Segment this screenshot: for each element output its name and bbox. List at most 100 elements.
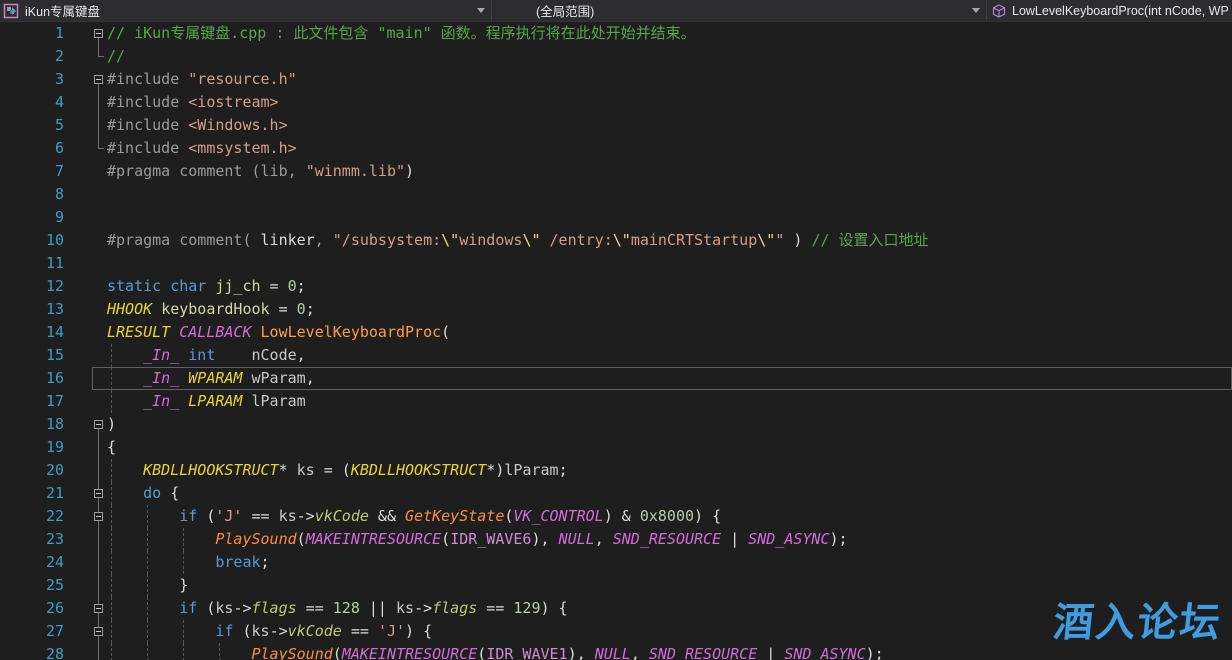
code-text[interactable]: #include <Windows.h> [107, 114, 1232, 137]
code-line[interactable]: 16 _In_ WPARAM wParam, [0, 367, 1232, 390]
code-text[interactable] [107, 252, 1232, 275]
line-number[interactable]: 21 [0, 482, 64, 505]
code-line[interactable]: 26 if (ks->flags == 128 || ks->flags == … [0, 597, 1232, 620]
code-line[interactable]: 2 // [0, 45, 1232, 68]
line-number[interactable]: 23 [0, 528, 64, 551]
code-text[interactable]: #pragma comment( linker, "/subsystem:\"w… [107, 229, 1232, 252]
scope-dropdown[interactable]: (全局范围) [492, 0, 987, 21]
code-text[interactable]: PlaySound(MAKEINTRESOURCE(IDR_WAVE1), NU… [107, 643, 1232, 660]
code-text[interactable]: _In_ WPARAM wParam, [107, 367, 1232, 390]
outlining-margin[interactable] [92, 344, 106, 367]
collapse-toggle-icon[interactable] [94, 75, 103, 84]
outlining-margin[interactable] [92, 206, 106, 229]
outlining-margin[interactable] [92, 620, 106, 643]
code-text[interactable]: #include "resource.h" [107, 68, 1232, 91]
line-number[interactable]: 22 [0, 505, 64, 528]
code-line[interactable]: 20 KBDLLHOOKSTRUCT* ks = (KBDLLHOOKSTRUC… [0, 459, 1232, 482]
code-text[interactable]: PlaySound(MAKEINTRESOURCE(IDR_WAVE6), NU… [107, 528, 1232, 551]
code-line[interactable]: 28 PlaySound(MAKEINTRESOURCE(IDR_WAVE1),… [0, 643, 1232, 660]
collapse-toggle-icon[interactable] [94, 512, 103, 521]
chevron-down-icon[interactable] [477, 8, 485, 13]
code-text[interactable]: #pragma comment (lib, "winmm.lib") [107, 160, 1232, 183]
code-line[interactable]: 12 static char jj_ch = 0; [0, 275, 1232, 298]
code-text[interactable]: { [107, 436, 1232, 459]
outlining-margin[interactable] [92, 275, 106, 298]
line-number[interactable]: 13 [0, 298, 64, 321]
outlining-margin[interactable] [92, 91, 106, 114]
code-text[interactable]: if (ks->flags == 128 || ks->flags == 129… [107, 597, 1232, 620]
collapse-toggle-icon[interactable] [94, 489, 103, 498]
line-number[interactable]: 15 [0, 344, 64, 367]
outlining-margin[interactable] [92, 413, 106, 436]
outlining-margin[interactable] [92, 597, 106, 620]
line-number[interactable]: 24 [0, 551, 64, 574]
outlining-margin[interactable] [92, 551, 106, 574]
line-number[interactable]: 3 [0, 68, 64, 91]
chevron-down-icon[interactable] [972, 8, 980, 13]
collapse-toggle-icon[interactable] [94, 29, 103, 38]
code-line[interactable]: 23 PlaySound(MAKEINTRESOURCE(IDR_WAVE6),… [0, 528, 1232, 551]
outlining-margin[interactable] [92, 574, 106, 597]
outlining-margin[interactable] [92, 528, 106, 551]
line-number[interactable]: 11 [0, 252, 64, 275]
code-line[interactable]: 11 [0, 252, 1232, 275]
outlining-margin[interactable] [92, 252, 106, 275]
line-number[interactable]: 26 [0, 597, 64, 620]
line-number[interactable]: 1 [0, 22, 64, 45]
outlining-margin[interactable] [92, 643, 106, 660]
code-text[interactable]: } [107, 574, 1232, 597]
line-number[interactable]: 9 [0, 206, 64, 229]
outlining-margin[interactable] [92, 505, 106, 528]
outlining-margin[interactable] [92, 114, 106, 137]
outlining-margin[interactable] [92, 436, 106, 459]
collapse-toggle-icon[interactable] [94, 420, 103, 429]
outlining-margin[interactable] [92, 298, 106, 321]
code-line[interactable]: 22 if ('J' == ks->vkCode && GetKeyState(… [0, 505, 1232, 528]
outlining-margin[interactable] [92, 390, 106, 413]
code-editor[interactable]: 1// iKun专属键盘.cpp : 此文件包含 "main" 函数。程序执行将… [0, 22, 1232, 660]
code-line[interactable]: 17 _In_ LPARAM lParam [0, 390, 1232, 413]
code-line[interactable]: 15 _In_ int nCode, [0, 344, 1232, 367]
code-text[interactable]: if (ks->vkCode == 'J') { [107, 620, 1232, 643]
line-number[interactable]: 27 [0, 620, 64, 643]
code-text[interactable]: #include <iostream> [107, 91, 1232, 114]
project-dropdown[interactable]: iKun专属键盘 [0, 0, 492, 21]
line-number[interactable]: 14 [0, 321, 64, 344]
code-line[interactable]: 27 if (ks->vkCode == 'J') { [0, 620, 1232, 643]
line-number[interactable]: 2 [0, 45, 64, 68]
code-line[interactable]: 4 #include <iostream> [0, 91, 1232, 114]
outlining-margin[interactable] [92, 229, 106, 252]
code-line[interactable]: 10#pragma comment( linker, "/subsystem:\… [0, 229, 1232, 252]
line-number[interactable]: 5 [0, 114, 64, 137]
code-text[interactable]: _In_ int nCode, [107, 344, 1232, 367]
outlining-margin[interactable] [92, 137, 106, 160]
line-number[interactable]: 20 [0, 459, 64, 482]
code-line[interactable]: 19 { [0, 436, 1232, 459]
code-line[interactable]: 9 [0, 206, 1232, 229]
line-number[interactable]: 28 [0, 643, 64, 660]
code-line[interactable]: 1// iKun专属键盘.cpp : 此文件包含 "main" 函数。程序执行将… [0, 22, 1232, 45]
line-number[interactable]: 12 [0, 275, 64, 298]
code-line[interactable]: 21 do { [0, 482, 1232, 505]
code-text[interactable]: static char jj_ch = 0; [107, 275, 1232, 298]
line-number[interactable]: 18 [0, 413, 64, 436]
line-number[interactable]: 7 [0, 160, 64, 183]
outlining-margin[interactable] [92, 482, 106, 505]
line-number[interactable]: 8 [0, 183, 64, 206]
line-number[interactable]: 6 [0, 137, 64, 160]
line-number[interactable]: 25 [0, 574, 64, 597]
line-number[interactable]: 19 [0, 436, 64, 459]
line-number[interactable]: 16 [0, 367, 64, 390]
collapse-toggle-icon[interactable] [94, 627, 103, 636]
code-line[interactable]: 18) [0, 413, 1232, 436]
line-number[interactable]: 17 [0, 390, 64, 413]
line-number[interactable]: 4 [0, 91, 64, 114]
collapse-toggle-icon[interactable] [94, 604, 103, 613]
code-text[interactable]: do { [107, 482, 1232, 505]
code-line[interactable]: 8 [0, 183, 1232, 206]
code-text[interactable]: // [107, 45, 1232, 68]
code-line[interactable]: 25 } [0, 574, 1232, 597]
outlining-margin[interactable] [92, 459, 106, 482]
code-text[interactable]: #include <mmsystem.h> [107, 137, 1232, 160]
code-line[interactable]: 13HHOOK keyboardHook = 0; [0, 298, 1232, 321]
